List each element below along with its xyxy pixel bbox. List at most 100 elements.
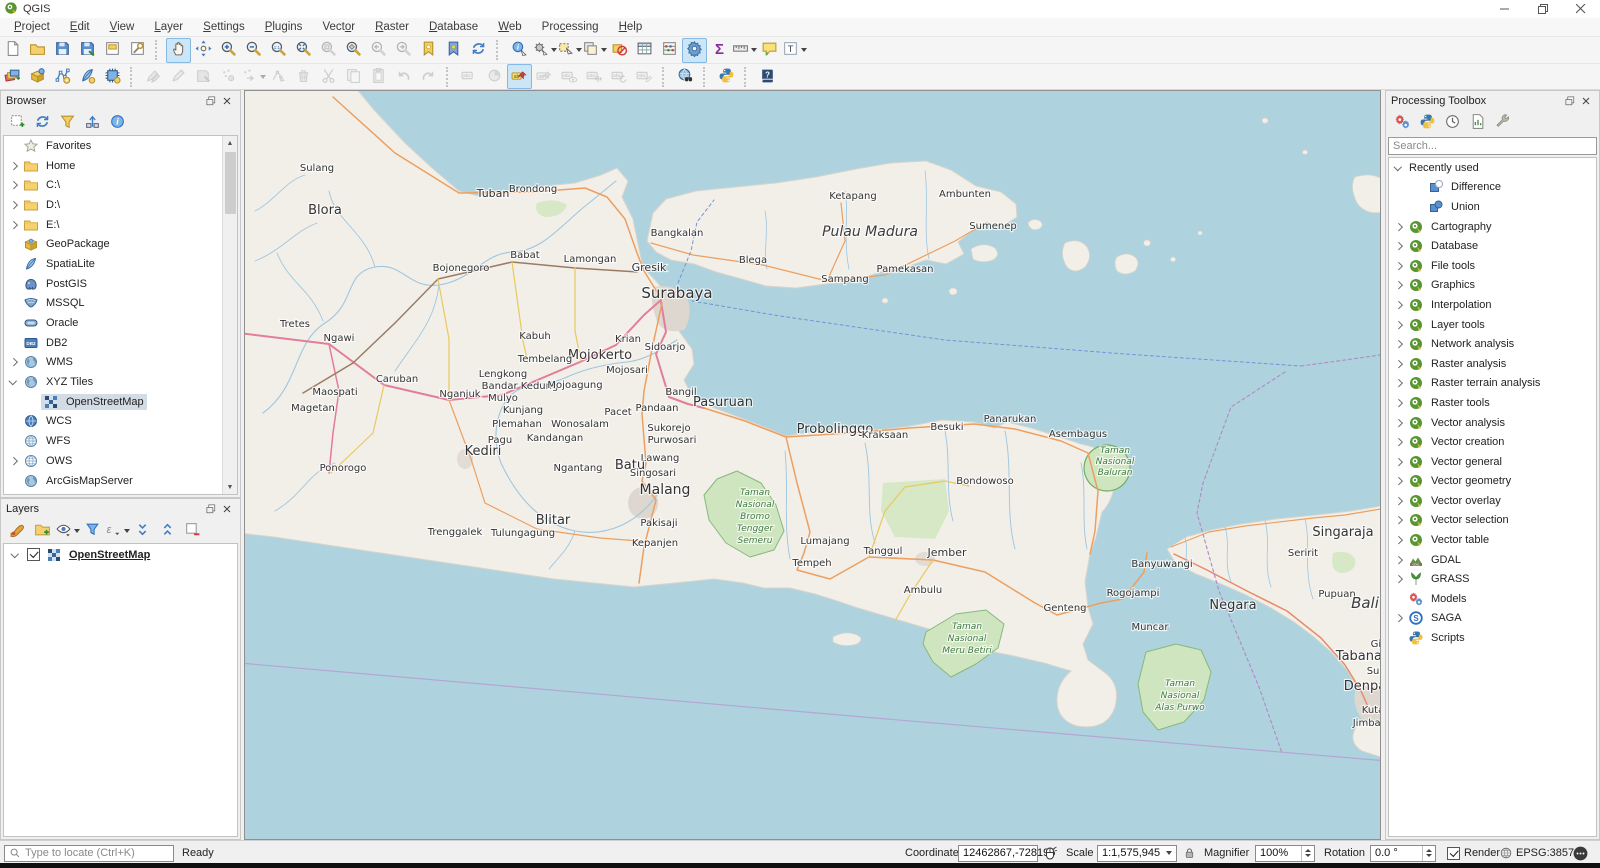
filter-legend-button[interactable] — [81, 520, 103, 542]
processing-toolbox-button[interactable] — [682, 37, 707, 63]
deselect-all-button[interactable] — [607, 38, 632, 63]
toolbox-item-raster-tools[interactable]: Raster tools — [1389, 393, 1596, 413]
toolbox-item-vector-geometry[interactable]: Vector geometry — [1389, 472, 1596, 492]
chevron-right-icon[interactable] — [6, 355, 21, 370]
menu-raster[interactable]: Raster — [365, 21, 419, 33]
manage-map-themes-button[interactable] — [55, 520, 80, 542]
show-layout-manager-button[interactable] — [125, 38, 150, 63]
add-selected-layers-button[interactable] — [6, 112, 28, 134]
text-annotation-button[interactable]: T — [782, 38, 807, 63]
toolbox-item-grass[interactable]: GRASS — [1389, 569, 1596, 589]
chevron-right-icon[interactable] — [6, 453, 21, 468]
collapse-all-layers-button[interactable] — [156, 520, 178, 542]
browser-item-wfs[interactable]: WFS — [4, 431, 237, 451]
menu-vector[interactable]: Vector — [312, 21, 365, 33]
browser-item-spatialite[interactable]: SpatiaLite — [4, 254, 237, 274]
browser-item-geopackage[interactable]: GeoPackage — [4, 234, 237, 254]
spinner-arrows-icon[interactable] — [1422, 845, 1435, 861]
browser-item-oracle[interactable]: Oracle — [4, 313, 237, 333]
chevron-right-icon[interactable] — [1391, 258, 1406, 273]
chevron-right-icon[interactable] — [1391, 317, 1406, 332]
measure-button[interactable] — [732, 38, 757, 63]
toolbox-item-raster-analysis[interactable]: Raster analysis — [1389, 354, 1596, 374]
chevron-right-icon[interactable] — [1391, 454, 1406, 469]
toolbox-item-difference[interactable]: Difference — [1389, 178, 1596, 198]
filter-browser-button[interactable] — [56, 112, 78, 134]
new-spatialite-layer-button[interactable] — [75, 64, 100, 89]
new-project-button[interactable] — [0, 38, 25, 63]
identify-features-button[interactable]: i — [507, 38, 532, 63]
chevron-right-icon[interactable] — [1391, 513, 1406, 528]
filter-by-expression-button[interactable]: ε — [106, 520, 130, 542]
expand-all-button[interactable] — [131, 520, 153, 542]
menu-edit[interactable]: Edit — [60, 21, 100, 33]
menu-view[interactable]: View — [100, 21, 145, 33]
remove-layer-button[interactable] — [181, 520, 203, 542]
run-feature-action-button[interactable] — [532, 38, 557, 63]
locator-input[interactable]: Type to locate (Ctrl+K) — [4, 844, 174, 862]
chevron-right-icon[interactable] — [1391, 219, 1406, 234]
pan-to-selection-button[interactable] — [191, 38, 216, 63]
zoom-native-button[interactable]: 1:1 — [266, 38, 291, 63]
close-button[interactable] — [1562, 0, 1600, 18]
browser-item-xyz-tiles[interactable]: XYZ Tiles — [4, 372, 237, 392]
new-spatial-bookmark-button[interactable] — [416, 38, 441, 63]
chevron-right-icon[interactable] — [1391, 572, 1406, 587]
browser-item-db2[interactable]: DB2 DB2 — [4, 333, 237, 353]
magnifier-spinbox[interactable]: 100% — [1255, 844, 1315, 862]
chevron-right-icon[interactable] — [1391, 395, 1406, 410]
new-geopackage-layer-button[interactable] — [25, 64, 50, 89]
coordinate-input[interactable]: 12462867,-728195 — [958, 844, 1055, 862]
render-checkbox[interactable] — [1447, 846, 1460, 860]
toolbox-item-layer-tools[interactable]: Layer tools — [1389, 315, 1596, 335]
chevron-right-icon[interactable] — [1391, 337, 1406, 352]
toolbox-item-file-tools[interactable]: File tools — [1389, 256, 1596, 276]
zoom-in-button[interactable] — [216, 38, 241, 63]
menu-settings[interactable]: Settings — [193, 21, 255, 33]
zoom-to-layer-button[interactable] — [341, 38, 366, 63]
toolbox-item-vector-analysis[interactable]: Vector analysis — [1389, 413, 1596, 433]
lock-scale-icon[interactable] — [1183, 841, 1196, 865]
toolbox-item-recently-used[interactable]: Recently used — [1389, 158, 1596, 178]
toolbox-item-union[interactable]: Union — [1389, 197, 1596, 217]
toolbox-item-vector-table[interactable]: Vector table — [1389, 530, 1596, 550]
field-calculator-button[interactable] — [657, 38, 682, 63]
browser-item-wcs[interactable]: WCS — [4, 412, 237, 432]
python-scripts-button[interactable] — [1416, 112, 1438, 134]
layer-visibility-checkbox[interactable] — [27, 548, 40, 561]
toolbox-item-interpolation[interactable]: Interpolation — [1389, 295, 1596, 315]
messages-icon[interactable] — [1572, 841, 1589, 865]
float-panel-icon[interactable] — [203, 501, 219, 517]
metasearch-button[interactable] — [673, 64, 698, 89]
spinner-arrows-icon[interactable] — [1301, 845, 1314, 861]
rotation-spinbox[interactable]: 0.0 ° — [1370, 844, 1436, 862]
new-shapefile-layer-button[interactable] — [50, 64, 75, 89]
show-spatial-bookmarks-button[interactable] — [441, 38, 466, 63]
browser-item-ows[interactable]: OWS — [4, 451, 237, 471]
minimize-button[interactable] — [1486, 0, 1524, 18]
python-console-button[interactable] — [714, 64, 739, 89]
menu-layer[interactable]: Layer — [144, 21, 193, 33]
chevron-right-icon[interactable] — [6, 158, 21, 173]
chevron-down-icon[interactable] — [8, 547, 23, 562]
chevron-right-icon[interactable] — [1391, 297, 1406, 312]
toolbox-search-input[interactable]: Search... — [1388, 137, 1597, 155]
scroll-down-icon[interactable]: ▼ — [223, 480, 238, 494]
close-panel-icon[interactable] — [219, 501, 235, 517]
history-button[interactable] — [1441, 112, 1463, 134]
toolbox-item-network-analysis[interactable]: Network analysis — [1389, 334, 1596, 354]
browser-item-openstreetmap[interactable]: OpenStreetMap — [4, 392, 237, 412]
results-viewer-button[interactable] — [1466, 112, 1488, 134]
open-layer-styling-button[interactable] — [6, 520, 28, 542]
dropdown-arrow-icon[interactable] — [123, 529, 130, 533]
new-virtual-layer-button[interactable] — [100, 64, 125, 89]
menu-plugins[interactable]: Plugins — [255, 21, 313, 33]
browser-item-arcgismapserver[interactable]: ArcGisMapServer — [4, 471, 237, 491]
save-project-as-button[interactable] — [75, 38, 100, 63]
zoom-out-button[interactable] — [241, 38, 266, 63]
browser-item-wms[interactable]: WMS — [4, 353, 237, 373]
pan-map-button[interactable] — [166, 37, 191, 63]
menu-help[interactable]: Help — [609, 21, 653, 33]
chevron-right-icon[interactable] — [1391, 239, 1406, 254]
refresh-browser-button[interactable] — [31, 112, 53, 134]
